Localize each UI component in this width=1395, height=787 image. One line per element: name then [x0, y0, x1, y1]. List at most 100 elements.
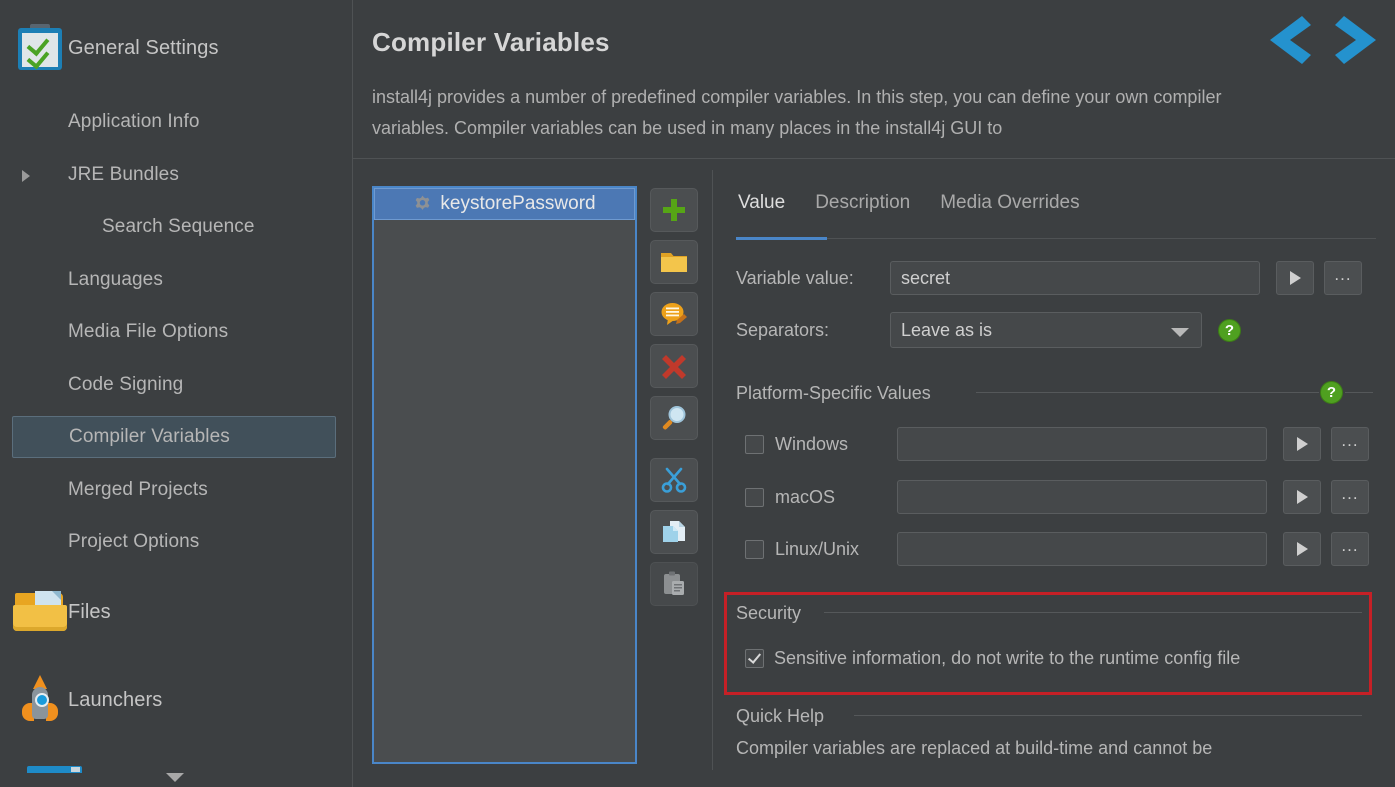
- detail-panel: Value Description Media Overrides: [736, 190, 1376, 240]
- platform-row-macos: macOS ...: [745, 480, 1369, 514]
- windows-checkbox[interactable]: [745, 434, 764, 454]
- panel-divider: [712, 170, 713, 770]
- find-button[interactable]: [650, 396, 698, 440]
- separators-help-icon[interactable]: ?: [1218, 318, 1241, 342]
- chevron-down-icon[interactable]: [166, 773, 184, 782]
- macos-checkbox[interactable]: [745, 487, 764, 507]
- platform-row-linux: Linux/Unix ...: [745, 532, 1369, 566]
- macos-ellipsis-button[interactable]: ...: [1331, 480, 1369, 514]
- security-section-title: Security: [736, 603, 812, 624]
- variable-value-play-button[interactable]: [1276, 261, 1314, 295]
- folder-file-icon: [12, 591, 68, 633]
- variable-value-input[interactable]: secret: [890, 261, 1260, 295]
- quick-help-text: Compiler variables are replaced at build…: [736, 738, 1213, 758]
- rocket-icon: [12, 675, 68, 725]
- sidebar-item-jre-bundles[interactable]: JRE Bundles: [12, 154, 336, 196]
- list-item[interactable]: keystorePassword: [374, 188, 635, 220]
- sidebar-item-merged-projects[interactable]: Merged Projects: [12, 469, 336, 511]
- windows-play-button[interactable]: [1283, 427, 1321, 461]
- macos-play-button[interactable]: [1283, 480, 1321, 514]
- chevron-left-icon[interactable]: [1264, 14, 1314, 66]
- page-header: Compiler Variables install4j provides a …: [353, 0, 1395, 158]
- linux-value-input[interactable]: [897, 532, 1267, 566]
- app-window: General Settings Application Info JRE Bu…: [0, 0, 1395, 787]
- sidebar-item-search-sequence[interactable]: Search Sequence: [12, 206, 336, 248]
- platform-section-rule: [976, 392, 1319, 393]
- tab-media-overrides[interactable]: Media Overrides: [938, 190, 1081, 226]
- macos-label: macOS: [775, 486, 836, 507]
- page-title: Compiler Variables: [372, 27, 610, 57]
- orange-speech-bubble-icon: [660, 301, 688, 327]
- platform-section-help-icon[interactable]: ?: [1320, 381, 1343, 404]
- separators-select[interactable]: Leave as is: [890, 312, 1202, 348]
- quick-help-section-title: Quick Help: [736, 706, 835, 727]
- windows-ellipsis-button[interactable]: ...: [1331, 427, 1369, 461]
- security-highlight-box: [724, 592, 1372, 695]
- edit-comment-button[interactable]: [650, 292, 698, 336]
- paste-button[interactable]: [650, 562, 698, 606]
- sensitive-information-checkbox[interactable]: [745, 649, 764, 668]
- linux-label: Linux/Unix: [775, 538, 860, 559]
- windows-label: Windows: [775, 433, 849, 454]
- tab-rule: [736, 238, 1376, 239]
- sidebar-item-label: Code Signing: [68, 374, 184, 395]
- sidebar: General Settings Application Info JRE Bu…: [0, 0, 352, 787]
- linux-checkbox[interactable]: [745, 539, 764, 559]
- add-button[interactable]: [650, 188, 698, 232]
- quick-help-section-rule: [854, 715, 1362, 716]
- scissors-icon: [661, 467, 687, 493]
- tree-expand-arrow-icon[interactable]: [22, 170, 30, 182]
- header-separator: [353, 158, 1395, 159]
- clipboard-checklist-icon: [12, 24, 68, 72]
- magnifier-icon: [661, 405, 687, 431]
- sidebar-item-files[interactable]: Files: [12, 591, 336, 633]
- tab-value[interactable]: Value: [736, 190, 787, 226]
- copy-button[interactable]: [650, 510, 698, 554]
- chevron-down-icon: [1171, 328, 1189, 337]
- red-x-icon: [661, 353, 687, 379]
- variable-value-row: Variable value: secret ...: [736, 261, 1362, 295]
- windows-value-input[interactable]: [897, 427, 1267, 461]
- platform-row-windows: Windows ...: [745, 427, 1369, 461]
- sidebar-item-media-file-options[interactable]: Media File Options: [12, 311, 336, 353]
- sidebar-item-label: Languages: [68, 269, 163, 290]
- sidebar-item-languages[interactable]: Languages: [12, 259, 336, 301]
- compiler-variables-list[interactable]: keystorePassword: [372, 186, 637, 764]
- page-description: install4j provides a number of predefine…: [372, 87, 1222, 138]
- tab-bar: Value Description Media Overrides: [736, 190, 1376, 236]
- sensitive-information-label: Sensitive information, do not write to t…: [774, 648, 1241, 668]
- cut-button[interactable]: [650, 458, 698, 502]
- sidebar-item-application-info[interactable]: Application Info: [12, 101, 336, 143]
- tab-active-underline: [736, 237, 827, 240]
- sidebar-item-code-signing[interactable]: Code Signing: [12, 364, 336, 406]
- green-plus-icon: [661, 197, 687, 223]
- sidebar-item-general-settings[interactable]: General Settings: [12, 24, 336, 72]
- clipboard-paste-icon: [662, 571, 686, 597]
- sidebar-item-label: Application Info: [68, 111, 200, 132]
- chevron-right-icon[interactable]: [1332, 14, 1382, 66]
- linux-play-button[interactable]: [1283, 532, 1321, 566]
- sidebar-item-project-options[interactable]: Project Options: [12, 521, 336, 563]
- list-toolbar: [650, 188, 698, 614]
- tab-description[interactable]: Description: [813, 190, 912, 226]
- separators-selected-value: Leave as is: [901, 319, 993, 340]
- sensitive-information-row: Sensitive information, do not write to t…: [745, 648, 1240, 669]
- delete-button[interactable]: [650, 344, 698, 388]
- list-item-label: keystorePassword: [440, 193, 596, 214]
- sidebar-item-compiler-variables[interactable]: Compiler Variables: [12, 416, 336, 458]
- separators-row: Separators: Leave as is ?: [736, 312, 1241, 348]
- sidebar-group-label: Files: [68, 600, 111, 623]
- variable-value-ellipsis-button[interactable]: ...: [1324, 261, 1362, 295]
- open-folder-button[interactable]: [650, 240, 698, 284]
- yellow-folder-icon: [660, 250, 688, 274]
- macos-value-input[interactable]: [897, 480, 1267, 514]
- platform-section-title: Platform-Specific Values: [736, 383, 941, 404]
- sidebar-item-label: JRE Bundles: [68, 164, 179, 185]
- linux-ellipsis-button[interactable]: ...: [1331, 532, 1369, 566]
- sidebar-item-label: Project Options: [68, 531, 200, 552]
- platform-section-rule-right: [1345, 392, 1373, 393]
- sidebar-header-label: General Settings: [68, 36, 219, 59]
- sidebar-item-label: Search Sequence: [102, 216, 255, 237]
- sidebar-item-label: Media File Options: [68, 321, 229, 342]
- sidebar-item-launchers[interactable]: Launchers: [12, 675, 336, 721]
